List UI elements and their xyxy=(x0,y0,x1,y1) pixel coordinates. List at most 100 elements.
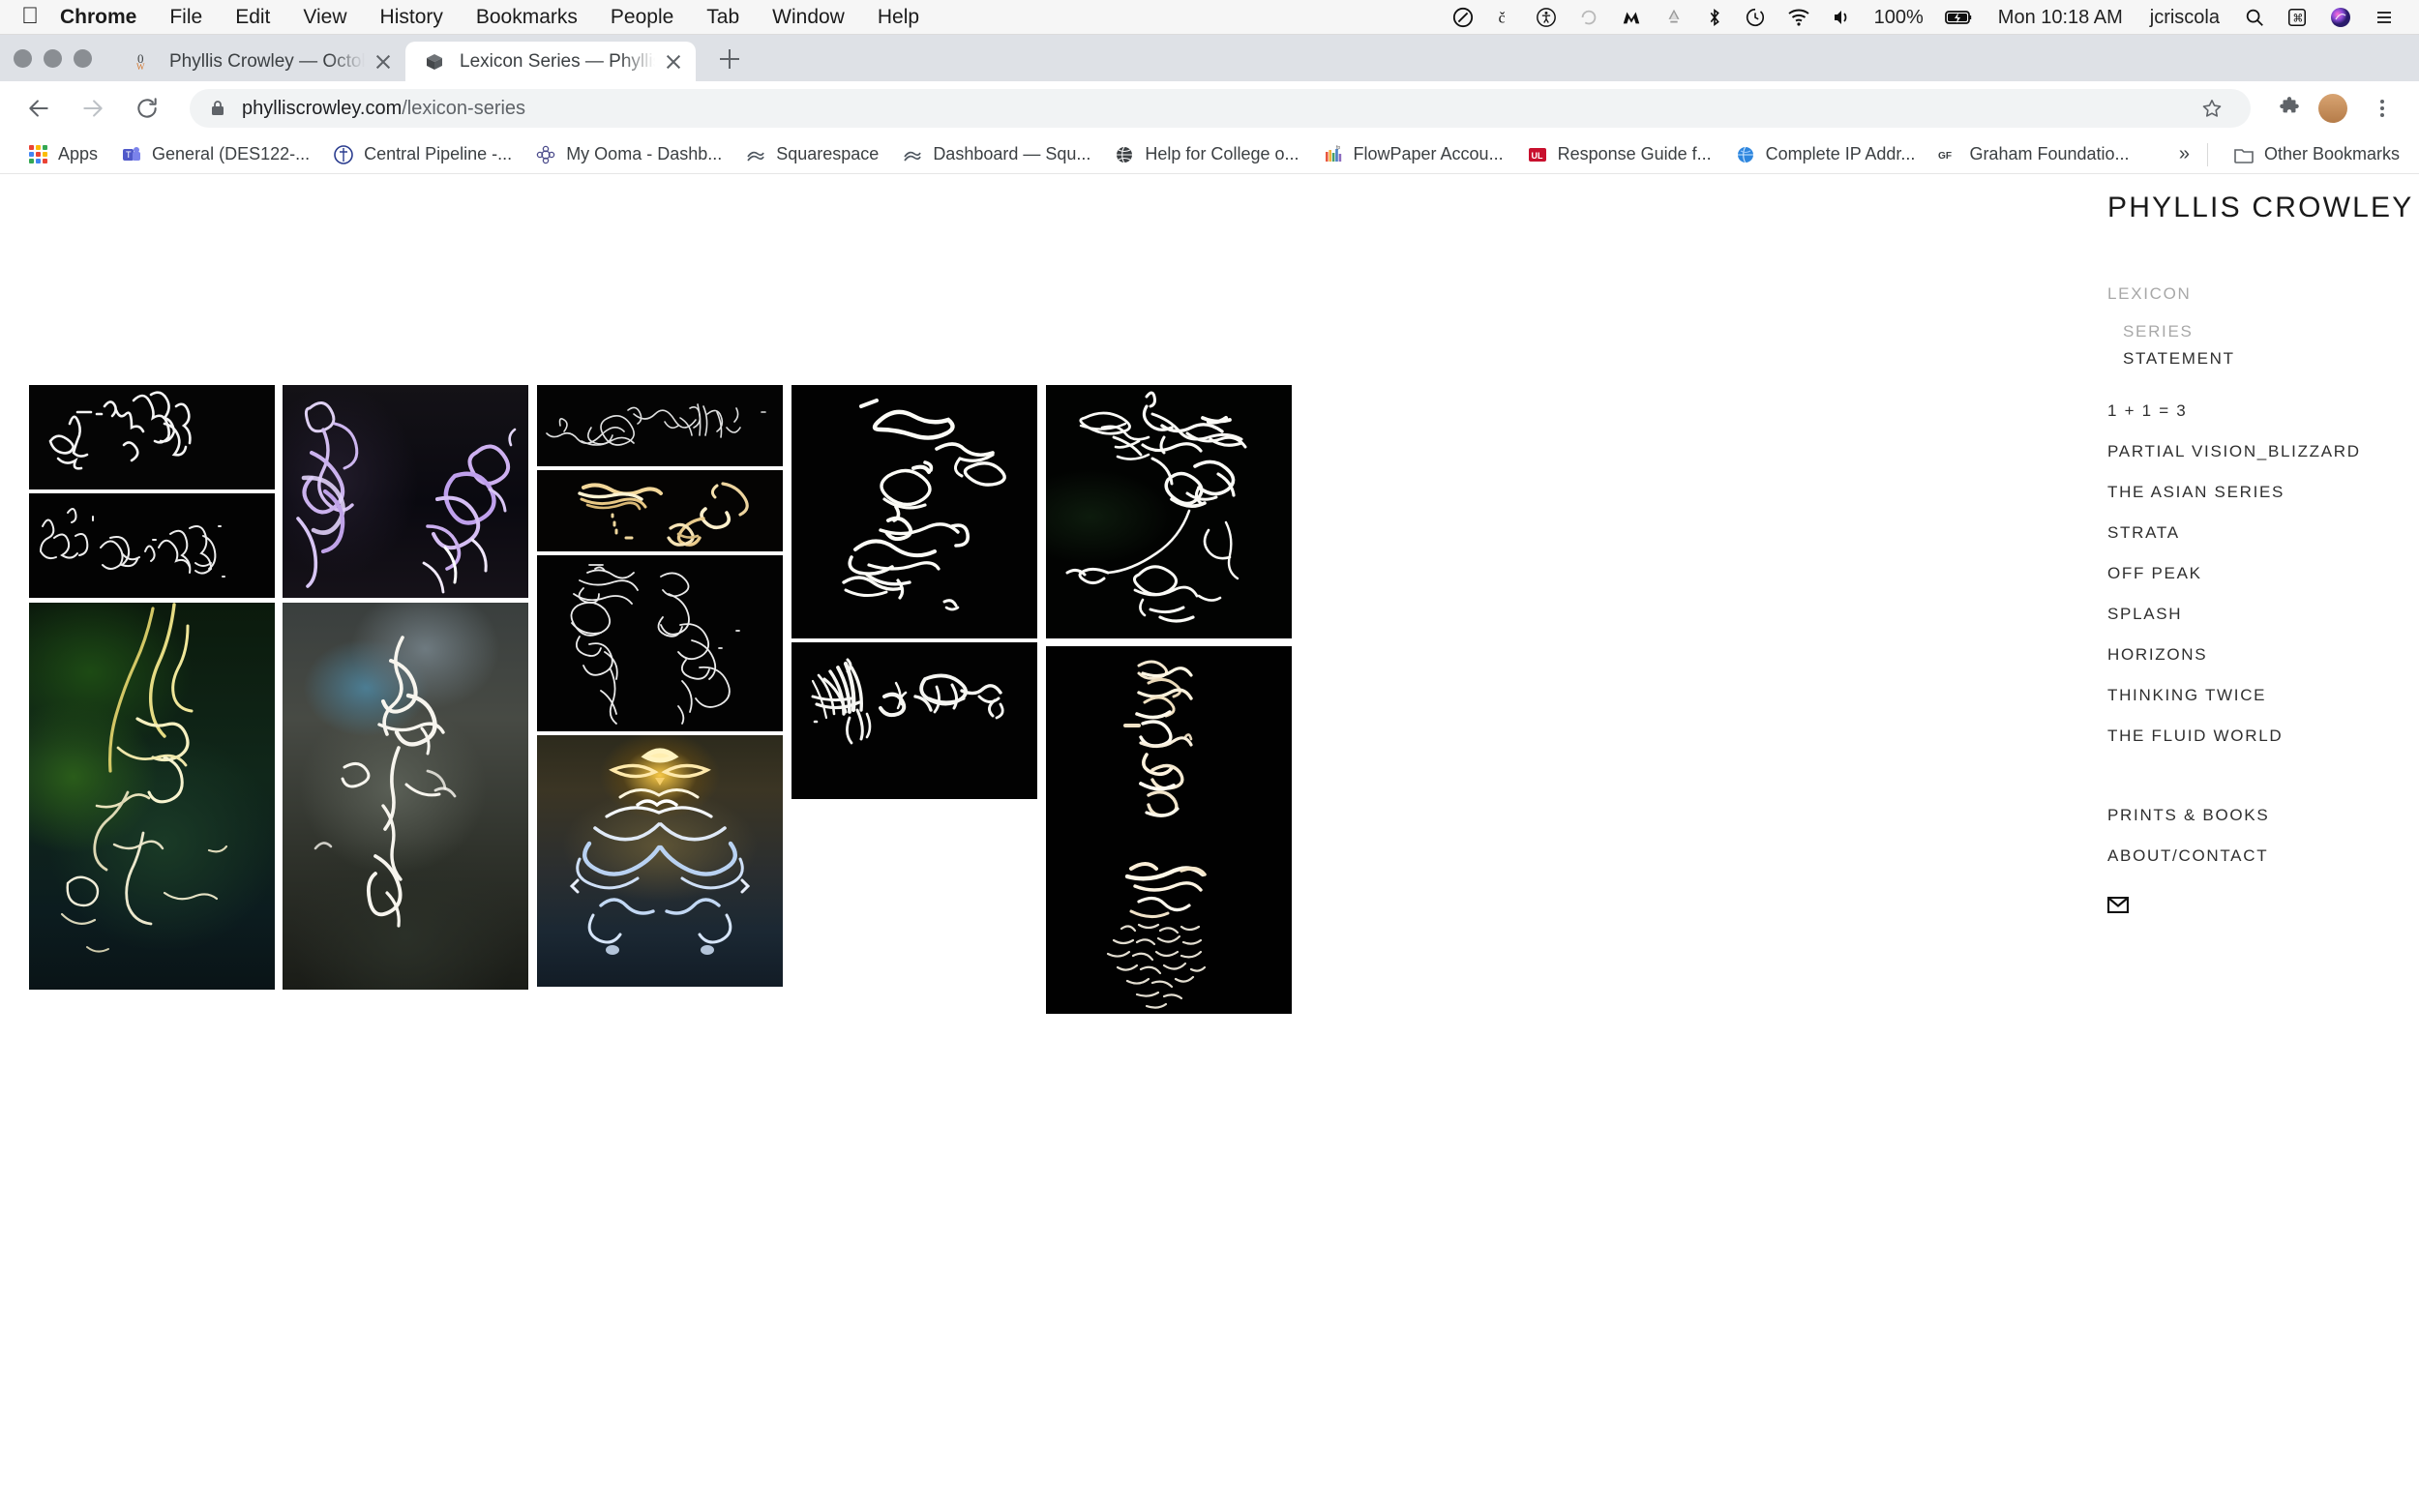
bookmark-central-pipeline[interactable]: Central Pipeline -... xyxy=(321,144,523,165)
bookmark-graham-foundation[interactable]: GF Graham Foundatio... xyxy=(1926,144,2140,165)
profile-avatar[interactable] xyxy=(2318,94,2347,123)
reload-icon[interactable] xyxy=(126,87,168,130)
bookmark-complete-ip-address[interactable]: Complete IP Addr... xyxy=(1723,144,1927,165)
back-arrow-icon[interactable] xyxy=(17,87,60,130)
omnibox-actions xyxy=(2187,89,2231,128)
bookmark-label: Response Guide f... xyxy=(1557,144,1712,163)
menu-edit[interactable]: Edit xyxy=(219,6,286,29)
macos-menu-items:  Chrome File Edit View History Bookmark… xyxy=(17,4,936,30)
url-host: phylliscrowley.com xyxy=(242,97,403,119)
star-icon[interactable] xyxy=(2193,89,2231,128)
tab-october-works[interactable]: 0 W Phyllis Crowley — OctoberWor xyxy=(115,42,405,81)
close-window-button[interactable] xyxy=(14,49,32,68)
minimize-window-button[interactable] xyxy=(44,49,62,68)
battery-charging-icon[interactable] xyxy=(1934,9,1985,26)
menu-window[interactable]: Window xyxy=(756,6,861,29)
macos-status-items: č 100% Mon 10:18 AM jcriscola ⌘ xyxy=(1442,6,2405,29)
lexicon-white-marks-wide-1[interactable] xyxy=(29,385,275,489)
lexicon-gold-strokes-wide[interactable] xyxy=(537,470,783,551)
lexicon-tangle-square[interactable] xyxy=(1046,385,1292,638)
menu-tab[interactable]: Tab xyxy=(690,6,756,29)
lexicon-violet-loops-wide[interactable] xyxy=(283,385,528,598)
other-bookmarks-button[interactable]: Other Bookmarks xyxy=(2222,144,2404,165)
nav-link-partial-vision-blizzard[interactable]: PARTIAL VISION_BLIZZARD xyxy=(2107,442,2419,461)
squarespace-icon xyxy=(902,144,923,165)
bookmark-label: General (DES122-... xyxy=(152,144,311,163)
dropbox-icon[interactable] xyxy=(1653,7,1695,28)
nav-link-series[interactable]: SERIES xyxy=(2107,322,2419,341)
svg-text:W: W xyxy=(136,62,145,72)
puzzle-piece-icon[interactable] xyxy=(2270,89,2309,128)
bookmark-squarespace[interactable]: Squarespace xyxy=(733,144,890,165)
nav-link-statement[interactable]: STATEMENT xyxy=(2107,349,2419,369)
menubar-user[interactable]: jcriscola xyxy=(2136,8,2233,27)
nav-link-off-peak[interactable]: OFF PEAK xyxy=(2107,564,2419,583)
apple-icon[interactable]:  xyxy=(17,4,60,30)
bookmarks-overflow-button[interactable]: » xyxy=(2162,143,2207,165)
bookmarks-bar: Apps T General (DES122-... Central Pipel… xyxy=(0,135,2419,174)
nav-link-horizons[interactable]: HORIZONS xyxy=(2107,645,2419,665)
lexicon-symmetry-gold-blue[interactable] xyxy=(537,735,783,987)
nav-link-thinking-twice[interactable]: THINKING TWICE xyxy=(2107,686,2419,705)
control-center-icon[interactable]: ⌘ xyxy=(2276,7,2318,28)
nav-link-lexicon[interactable]: LEXICON xyxy=(2107,284,2419,304)
close-icon[interactable] xyxy=(661,49,686,74)
bookmark-label: My Ooma - Dashb... xyxy=(566,144,723,163)
lexicon-water-reflection-tall[interactable] xyxy=(1046,646,1292,1014)
zoom-window-button[interactable] xyxy=(74,49,92,68)
menu-chrome[interactable]: Chrome xyxy=(60,6,153,29)
nav-link-the-fluid-world[interactable]: THE FLUID WORLD xyxy=(2107,726,2419,746)
volume-icon[interactable] xyxy=(1821,8,1864,27)
web-page-content: PHYLLIS CROWLEY LEXICON SERIES STATEMENT… xyxy=(0,174,2419,1511)
window-traffic-lights xyxy=(14,49,92,81)
time-machine-icon[interactable] xyxy=(1734,7,1777,28)
nav-link-about-contact[interactable]: ABOUT/CONTACT xyxy=(2107,846,2419,866)
lexicon-green-yellow-tall[interactable] xyxy=(29,603,275,990)
menu-view[interactable]: View xyxy=(286,6,363,29)
wifi-icon[interactable] xyxy=(1777,8,1821,27)
lexicon-scratches-wide[interactable] xyxy=(791,642,1037,799)
backup-icon[interactable] xyxy=(1568,7,1610,28)
url-path: /lexicon-series xyxy=(402,97,526,119)
bookmark-dashboard-squarespace[interactable]: Dashboard — Squ... xyxy=(890,144,1102,165)
nav-link-strata[interactable]: STRATA xyxy=(2107,523,2419,543)
close-icon[interactable] xyxy=(371,49,396,74)
creative-cloud-icon[interactable] xyxy=(1442,7,1484,28)
nav-link-prints-and-books[interactable]: PRINTS & BOOKS xyxy=(2107,806,2419,825)
forward-arrow-icon[interactable] xyxy=(72,87,114,130)
menubar-clock[interactable]: Mon 10:18 AM xyxy=(1985,8,2136,27)
bookmark-response-guide[interactable]: UL Response Guide f... xyxy=(1515,144,1723,165)
lexicon-white-knot-square[interactable] xyxy=(791,385,1037,638)
menu-help[interactable]: Help xyxy=(861,6,936,29)
tab-lexicon-series[interactable]: Lexicon Series — Phyllis Crowl xyxy=(405,42,696,81)
grammarly-icon[interactable]: č xyxy=(1484,7,1525,28)
three-dot-menu-icon[interactable] xyxy=(2363,89,2402,128)
new-tab-button[interactable] xyxy=(711,41,748,77)
malwarebytes-icon[interactable] xyxy=(1610,7,1653,28)
menu-history[interactable]: History xyxy=(364,6,460,29)
envelope-icon[interactable] xyxy=(2106,896,2419,918)
tab-title: Phyllis Crowley — OctoberWor xyxy=(169,50,365,72)
nav-link-the-asian-series[interactable]: THE ASIAN SERIES xyxy=(2107,483,2419,502)
siri-icon[interactable] xyxy=(2318,6,2363,29)
nav-link-splash[interactable]: SPLASH xyxy=(2107,605,2419,624)
notification-center-icon[interactable] xyxy=(2363,8,2405,27)
search-icon[interactable] xyxy=(2233,7,2276,28)
lexicon-white-marks-wide-2[interactable] xyxy=(29,493,275,598)
bluetooth-icon[interactable] xyxy=(1695,7,1734,28)
accessibility-icon[interactable] xyxy=(1525,7,1568,28)
bookmark-help-for-college[interactable]: Help for College o... xyxy=(1102,144,1310,165)
bookmark-apps[interactable]: Apps xyxy=(15,144,109,165)
address-bar[interactable]: phylliscrowley.com/lexicon-series xyxy=(190,89,2251,128)
menu-people[interactable]: People xyxy=(594,6,690,29)
lexicon-thin-line-wide[interactable] xyxy=(537,385,783,466)
menu-bookmarks[interactable]: Bookmarks xyxy=(460,6,594,29)
bookmark-my-ooma[interactable]: My Ooma - Dashb... xyxy=(523,144,733,165)
menu-file[interactable]: File xyxy=(153,6,219,29)
flowpaper-icon: fp xyxy=(1323,144,1344,165)
lexicon-contours-pair[interactable] xyxy=(537,555,783,731)
bookmark-general-des122[interactable]: T General (DES122-... xyxy=(109,144,321,165)
lexicon-smoke-grey-tall[interactable] xyxy=(283,603,528,990)
nav-link-1-plus-1-equals-3[interactable]: 1 + 1 = 3 xyxy=(2107,401,2419,421)
bookmark-flowpaper[interactable]: fp FlowPaper Accou... xyxy=(1311,144,1515,165)
